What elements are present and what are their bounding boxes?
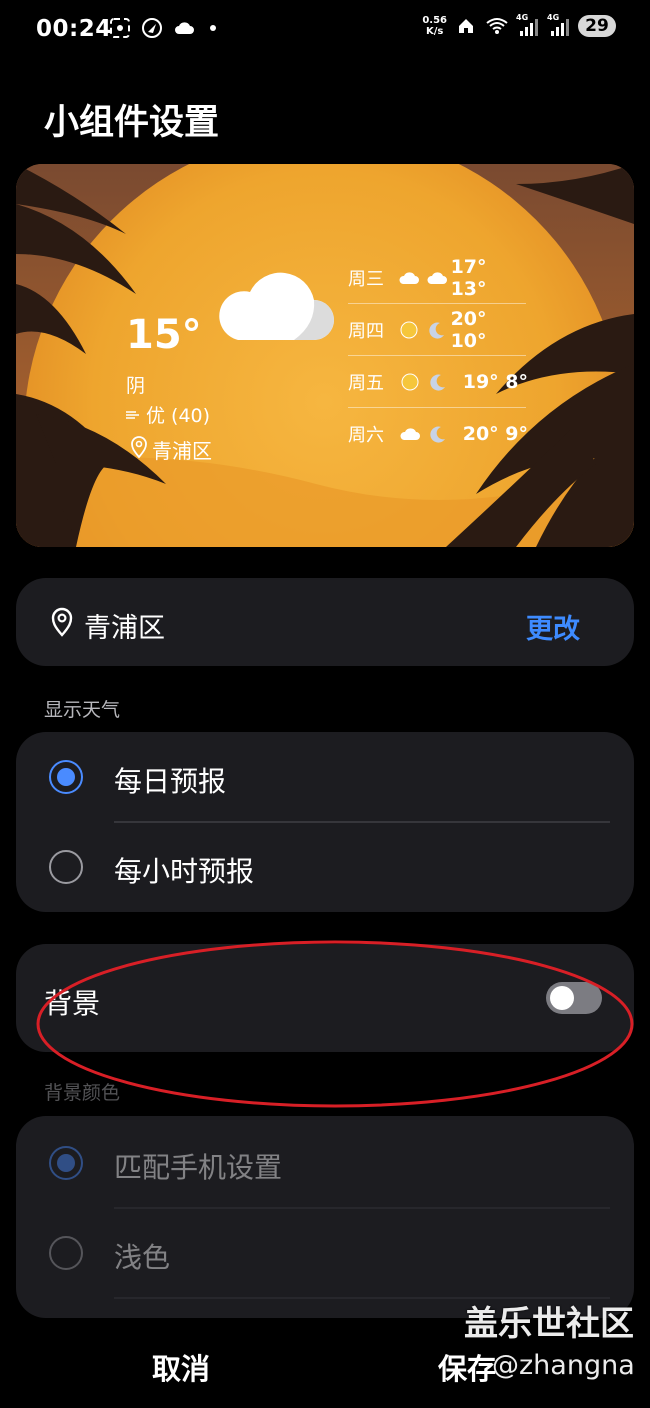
location-pin-icon xyxy=(130,436,148,463)
change-location-button[interactable]: 更改 xyxy=(526,607,580,646)
radio-option-daily-forecast[interactable]: 每日预报 xyxy=(16,732,634,822)
air-quality-icon xyxy=(126,404,140,426)
radio-option-light[interactable]: 浅色 xyxy=(16,1208,634,1298)
home-icon xyxy=(454,14,478,38)
page-title: 小组件设置 xyxy=(44,103,220,143)
location-pin-icon xyxy=(50,607,74,644)
forecast-row: 周四 20° 10° xyxy=(348,308,487,352)
radio-button[interactable] xyxy=(49,850,83,884)
background-color-section-title: 背景颜色 xyxy=(44,1082,121,1104)
background-color-card: 匹配手机设置 浅色 xyxy=(16,1116,634,1318)
widget-location: 青浦区 xyxy=(130,435,212,464)
background-label: 背景 xyxy=(44,987,101,1020)
save-button[interactable]: 保存 xyxy=(438,1346,496,1388)
location-card: 青浦区 更改 xyxy=(16,578,634,666)
radio-option-hourly-forecast[interactable]: 每小时预报 xyxy=(16,822,634,912)
background-toggle-card[interactable]: 背景 xyxy=(16,944,634,1052)
watermark-handle: @zhangna xyxy=(492,1350,635,1381)
cloud-icon xyxy=(395,267,423,289)
notification-dot xyxy=(210,25,216,31)
moon-icon xyxy=(424,423,452,445)
status-bar: 00:24 0.56 K/s 4G 4G 29 xyxy=(0,0,650,60)
cloud-icon xyxy=(172,16,196,40)
forecast-row: 周五 19° 8° xyxy=(348,371,528,394)
display-weather-card: 每日预报 每小时预报 xyxy=(16,732,634,912)
forecast-divider xyxy=(348,407,526,408)
signal-icon: 4G xyxy=(547,13,571,37)
battery-indicator: 29 xyxy=(578,15,616,37)
widget-preview: 15° 阴 优 (40) 青浦区 周三 17° 13° 周四 20° 10° 周… xyxy=(16,164,634,547)
forecast-row: 周三 17° 13° xyxy=(348,256,487,300)
forecast-divider xyxy=(348,303,526,304)
cloud-icon xyxy=(396,423,424,445)
sun-icon xyxy=(396,371,424,393)
status-time: 00:24 xyxy=(36,16,112,42)
location-label: 青浦区 xyxy=(84,613,165,644)
forecast-row: 周六 20° 9° xyxy=(348,423,528,446)
current-condition: 阴 xyxy=(126,375,146,397)
current-temperature: 15° xyxy=(126,312,202,358)
sunset-background-image xyxy=(16,164,634,547)
air-quality: 优 (40) xyxy=(126,401,210,428)
wifi-icon xyxy=(485,14,509,38)
display-weather-section-title: 显示天气 xyxy=(44,699,121,721)
cloud-icon xyxy=(423,267,451,289)
network-speed: 0.56 K/s xyxy=(422,15,447,37)
cloudy-weather-icon xyxy=(216,264,336,348)
radio-option-match-phone-settings[interactable]: 匹配手机设置 xyxy=(16,1118,634,1208)
screenshot-icon xyxy=(108,16,132,40)
cancel-button[interactable]: 取消 xyxy=(152,1346,210,1388)
navigation-icon xyxy=(140,16,164,40)
radio-button-selected[interactable] xyxy=(49,760,83,794)
radio-button-selected[interactable] xyxy=(49,1146,83,1180)
moon-icon xyxy=(424,371,452,393)
background-toggle-switch[interactable] xyxy=(546,982,602,1014)
moon-icon xyxy=(423,319,451,341)
signal-icon: 4G xyxy=(516,13,540,37)
forecast-divider xyxy=(348,355,526,356)
sun-icon xyxy=(395,319,423,341)
watermark-text: 盖乐世社区 xyxy=(464,1304,634,1344)
radio-button[interactable] xyxy=(49,1236,83,1270)
